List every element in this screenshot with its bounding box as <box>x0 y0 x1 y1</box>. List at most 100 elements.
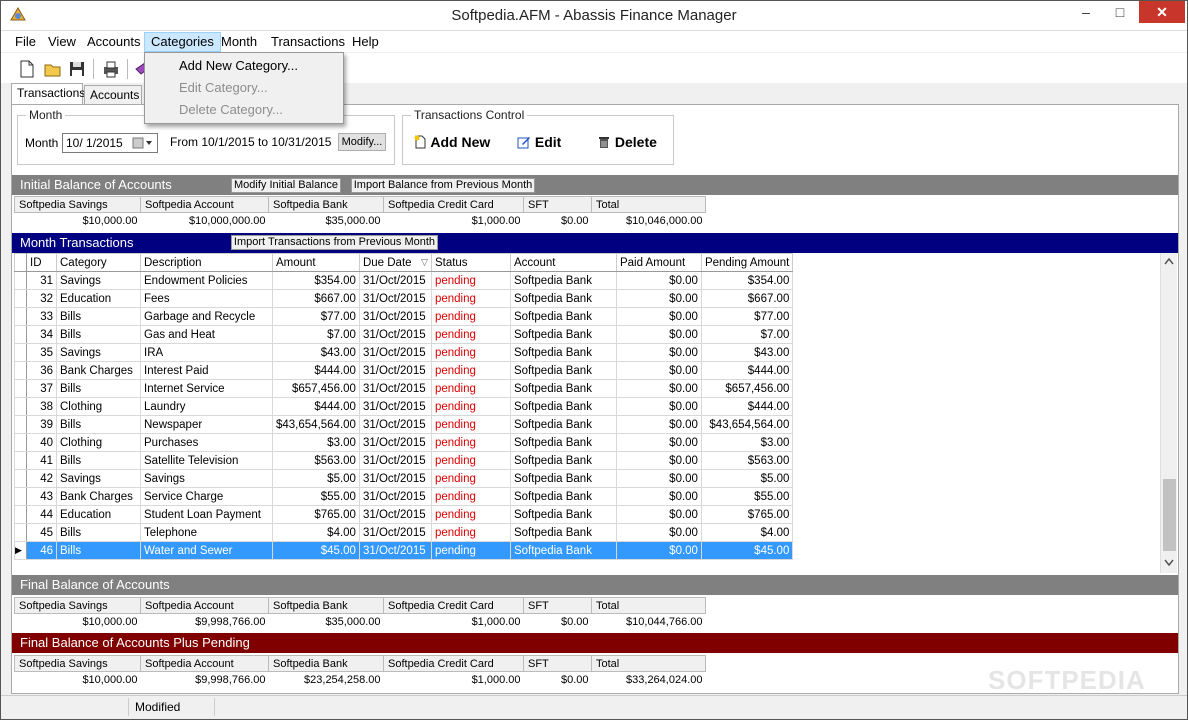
cell-account[interactable]: Softpedia Bank <box>509 289 617 308</box>
cell-category[interactable]: Bills <box>56 523 141 542</box>
cell-pending-amount[interactable]: $55.00 <box>700 487 794 506</box>
row-selector[interactable] <box>14 487 27 506</box>
cell-status[interactable]: pending <box>430 397 511 416</box>
open-folder-icon[interactable] <box>43 59 63 79</box>
scroll-down-icon[interactable] <box>1164 559 1174 567</box>
cell-category[interactable]: Bank Charges <box>56 361 141 380</box>
cell-pending-amount[interactable]: $45.00 <box>700 541 794 560</box>
cell-pending-amount[interactable]: $43.00 <box>700 343 794 362</box>
cell-account[interactable]: Softpedia Bank <box>509 325 617 344</box>
import-transactions-button[interactable]: Import Transactions from Previous Month <box>231 235 438 250</box>
cell-status[interactable]: pending <box>430 541 511 560</box>
row-selector[interactable] <box>14 307 27 326</box>
col-description[interactable]: Description <box>140 253 273 272</box>
menu-file[interactable]: File <box>9 32 42 52</box>
cell-pending-amount[interactable]: $5.00 <box>700 469 794 488</box>
cell-category[interactable]: Bills <box>56 451 141 470</box>
calendar-dropdown-icon[interactable] <box>132 137 154 150</box>
cell-due-date[interactable]: 31/Oct/2015 <box>358 379 432 398</box>
close-button[interactable]: ✕ <box>1139 1 1185 23</box>
row-selector[interactable] <box>14 451 27 470</box>
cell-category[interactable]: Clothing <box>56 397 141 416</box>
cell-paid-amount[interactable]: $0.00 <box>615 433 702 452</box>
cell-category[interactable]: Bills <box>56 415 141 434</box>
table-row[interactable]: 41 Bills Satellite Television $563.00 31/Oct… <box>14 451 794 470</box>
col-id[interactable]: ID <box>26 253 57 272</box>
cell-id[interactable]: 39 <box>26 415 57 434</box>
table-row[interactable]: 32 Education Fees $667.00 31/Oct/2015 pending… <box>14 289 794 308</box>
menu-help[interactable]: Help <box>346 32 385 52</box>
scroll-up-icon[interactable] <box>1164 257 1174 265</box>
cell-description[interactable]: IRA <box>140 343 273 362</box>
menu-categories[interactable]: Categories <box>144 32 221 52</box>
cell-description[interactable]: Fees <box>140 289 273 308</box>
cell-status[interactable]: pending <box>430 451 511 470</box>
table-row[interactable]: 33 Bills Garbage and Recycle $77.00 31/Oct/2… <box>14 307 794 326</box>
cell-due-date[interactable]: 31/Oct/2015 <box>358 325 432 344</box>
row-selector[interactable] <box>14 415 27 434</box>
cell-category[interactable]: Bills <box>56 541 141 560</box>
minimize-button[interactable]: – <box>1069 1 1103 23</box>
tab-transactions[interactable]: Transactions <box>11 83 85 105</box>
cell-account[interactable]: Softpedia Bank <box>509 379 617 398</box>
cell-due-date[interactable]: 31/Oct/2015 <box>358 361 432 380</box>
cell-status[interactable]: pending <box>430 289 511 308</box>
cell-pending-amount[interactable]: $444.00 <box>700 361 794 380</box>
cell-paid-amount[interactable]: $0.00 <box>615 451 702 470</box>
cell-description[interactable]: Student Loan Payment <box>140 505 273 524</box>
cell-pending-amount[interactable]: $563.00 <box>700 451 794 470</box>
cell-status[interactable]: pending <box>430 487 511 506</box>
cell-account[interactable]: Softpedia Bank <box>509 271 617 290</box>
row-selector[interactable]: ▶ <box>14 541 27 560</box>
row-selector[interactable] <box>14 523 27 542</box>
cell-status[interactable]: pending <box>430 343 511 362</box>
cell-id[interactable]: 42 <box>26 469 57 488</box>
table-row[interactable]: 31 Savings Endowment Policies $354.00 31/Oct… <box>14 271 794 290</box>
add-new-button[interactable]: Add New <box>413 134 490 150</box>
cell-description[interactable]: Gas and Heat <box>140 325 273 344</box>
scroll-thumb[interactable] <box>1163 479 1176 551</box>
cell-status[interactable]: pending <box>430 415 511 434</box>
cell-category[interactable]: Education <box>56 505 141 524</box>
cell-status[interactable]: pending <box>430 271 511 290</box>
cell-amount[interactable]: $667.00 <box>272 289 360 308</box>
table-row[interactable]: 43 Bank Charges Service Charge $55.00 31/Oct… <box>14 487 794 506</box>
menu-transactions[interactable]: Transactions <box>265 32 351 52</box>
cell-id[interactable]: 35 <box>26 343 57 362</box>
cell-description[interactable]: Telephone <box>140 523 273 542</box>
delete-button[interactable]: Delete <box>597 134 657 150</box>
cell-paid-amount[interactable]: $0.00 <box>615 505 702 524</box>
cell-status[interactable]: pending <box>430 469 511 488</box>
cell-amount[interactable]: $45.00 <box>272 541 360 560</box>
table-row[interactable]: 34 Bills Gas and Heat $7.00 31/Oct/2015 pendi… <box>14 325 794 344</box>
cell-due-date[interactable]: 31/Oct/2015 <box>358 343 432 362</box>
cell-paid-amount[interactable]: $0.00 <box>615 415 702 434</box>
cell-id[interactable]: 33 <box>26 307 57 326</box>
cell-account[interactable]: Softpedia Bank <box>509 433 617 452</box>
cell-id[interactable]: 45 <box>26 523 57 542</box>
cell-category[interactable]: Savings <box>56 469 141 488</box>
print-icon[interactable] <box>101 59 121 79</box>
cell-paid-amount[interactable]: $0.00 <box>615 469 702 488</box>
table-row[interactable]: 35 Savings IRA $43.00 31/Oct/2015 pending Soft… <box>14 343 794 362</box>
cell-amount[interactable]: $765.00 <box>272 505 360 524</box>
row-selector[interactable] <box>14 469 27 488</box>
cell-pending-amount[interactable]: $354.00 <box>700 271 794 290</box>
cell-id[interactable]: 31 <box>26 271 57 290</box>
row-selector[interactable] <box>14 271 27 290</box>
cell-pending-amount[interactable]: $7.00 <box>700 325 794 344</box>
edit-button[interactable]: Edit <box>517 134 561 150</box>
col-account[interactable]: Account <box>509 253 617 272</box>
cell-paid-amount[interactable]: $0.00 <box>615 343 702 362</box>
cell-pending-amount[interactable]: $657,456.00 <box>700 379 794 398</box>
cell-status[interactable]: pending <box>430 433 511 452</box>
table-row[interactable]: 45 Bills Telephone $4.00 31/Oct/2015 pending S… <box>14 523 794 542</box>
table-row[interactable]: ▶ 46 Bills Water and Sewer $45.00 31/Oct/2015… <box>14 541 794 560</box>
cell-account[interactable]: Softpedia Bank <box>509 523 617 542</box>
month-date-picker[interactable]: 10/ 1/2015 <box>62 133 158 153</box>
cell-id[interactable]: 41 <box>26 451 57 470</box>
add-new-category-item[interactable]: Add New Category... <box>179 58 298 73</box>
cell-status[interactable]: pending <box>430 325 511 344</box>
cell-amount[interactable]: $77.00 <box>272 307 360 326</box>
cell-category[interactable]: Education <box>56 289 141 308</box>
